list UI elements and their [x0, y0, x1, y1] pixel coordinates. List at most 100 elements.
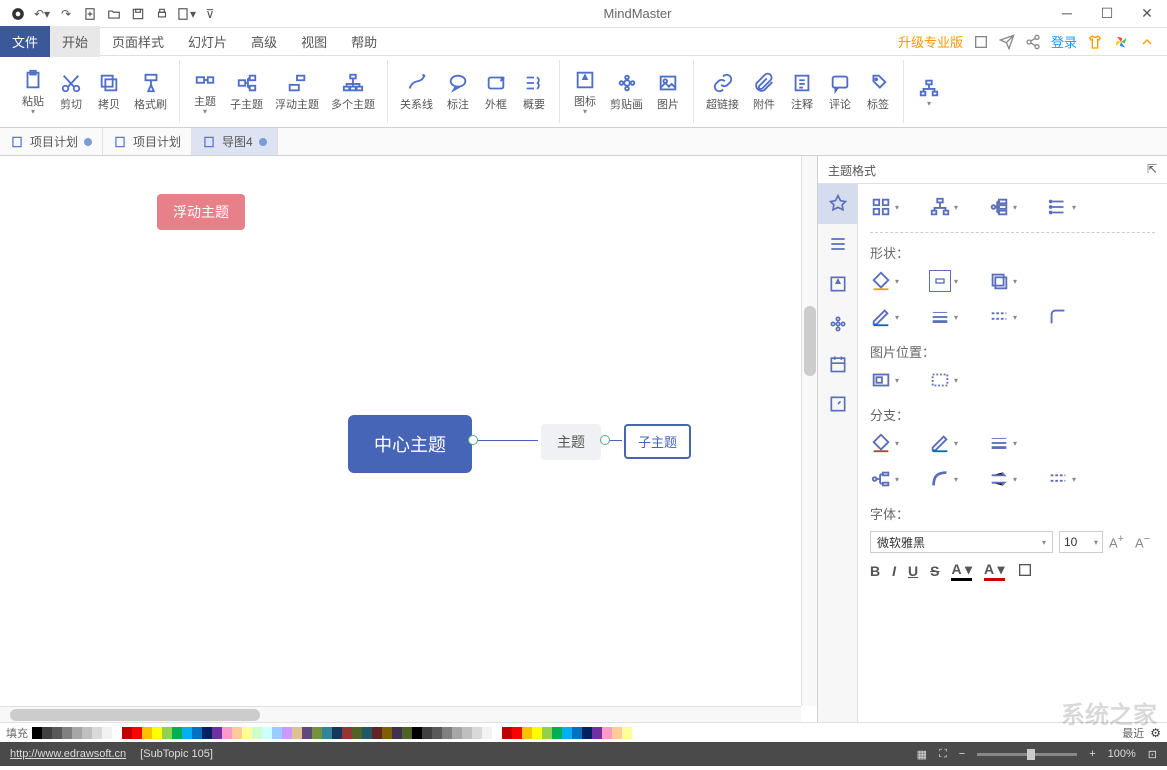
menu-page-style[interactable]: 页面样式 — [100, 26, 176, 57]
share-icon[interactable] — [1025, 34, 1041, 50]
note-button[interactable]: 注释 — [783, 60, 821, 123]
color-swatch[interactable] — [622, 727, 632, 739]
branch-line-color[interactable]: ▾ — [929, 432, 958, 454]
border-dash[interactable]: ▾ — [988, 306, 1017, 328]
layout-style-4[interactable]: ▾ — [1047, 196, 1076, 218]
branch-line-width[interactable]: ▾ — [988, 432, 1017, 454]
color-swatch[interactable] — [92, 727, 102, 739]
zoom-out[interactable]: − — [959, 748, 965, 760]
color-swatch[interactable] — [142, 727, 152, 739]
center-topic-node[interactable]: 中心主题 — [348, 415, 472, 473]
bold-button[interactable]: B — [870, 563, 880, 579]
cut-button[interactable]: 剪切 — [52, 60, 90, 123]
node-handle[interactable] — [468, 435, 478, 445]
menu-slide[interactable]: 幻灯片 — [176, 26, 239, 57]
image-position[interactable]: ▾ — [870, 369, 899, 391]
subtopic-node[interactable]: 子主题 — [624, 424, 691, 459]
menu-file[interactable]: 文件 — [0, 26, 50, 57]
color-swatch[interactable] — [72, 727, 82, 739]
color-swatch[interactable] — [252, 727, 262, 739]
app-icon[interactable] — [8, 4, 28, 24]
color-swatch[interactable] — [42, 727, 52, 739]
color-swatch[interactable] — [282, 727, 292, 739]
border-color[interactable]: ▾ — [870, 306, 899, 328]
font-family-select[interactable]: 微软雅黑▾ — [870, 531, 1053, 553]
color-swatch[interactable] — [462, 727, 472, 739]
scroll-thumb[interactable] — [10, 709, 260, 721]
color-swatch[interactable] — [412, 727, 422, 739]
color-swatch[interactable] — [232, 727, 242, 739]
menu-view[interactable]: 视图 — [289, 26, 339, 57]
branch-dash[interactable]: ▾ — [1047, 468, 1076, 490]
boundary-button[interactable]: 外框 — [477, 60, 515, 123]
layout-style-1[interactable]: ▾ — [870, 196, 899, 218]
zoom-fit-icon[interactable]: ⊡ — [1148, 748, 1157, 761]
color-swatch[interactable] — [472, 727, 482, 739]
image-button[interactable]: 图片 — [649, 60, 687, 123]
upgrade-link[interactable]: 升级专业版 — [898, 32, 963, 51]
zoom-in[interactable]: + — [1089, 748, 1095, 760]
color-swatch[interactable] — [52, 727, 62, 739]
node-handle[interactable] — [600, 435, 610, 445]
pin-icon[interactable]: ⇱ — [1147, 162, 1157, 177]
print-button[interactable] — [152, 4, 172, 24]
layout-button[interactable]: ▾ — [910, 60, 948, 123]
copy-button[interactable]: 拷贝 — [90, 60, 128, 123]
attachment-button[interactable]: 附件 — [745, 60, 783, 123]
topic-node[interactable]: 主题 — [541, 424, 601, 460]
new-button[interactable] — [80, 4, 100, 24]
color-swatch[interactable] — [432, 727, 442, 739]
shadow[interactable]: ▾ — [988, 270, 1017, 292]
border-width[interactable]: ▾ — [929, 306, 958, 328]
topic-button[interactable]: 主题▾ — [186, 60, 224, 123]
color-swatch[interactable] — [182, 727, 192, 739]
more-colors-icon[interactable]: ⚙ — [1150, 726, 1161, 740]
open-button[interactable] — [104, 4, 124, 24]
undo-button[interactable]: ↶▾ — [32, 4, 52, 24]
color-swatch[interactable] — [572, 727, 582, 739]
color-swatch[interactable] — [372, 727, 382, 739]
underline-button[interactable]: U — [908, 563, 918, 579]
pinwheel-icon[interactable] — [1113, 34, 1129, 50]
color-swatch[interactable] — [212, 727, 222, 739]
color-swatch[interactable] — [202, 727, 212, 739]
summary-button[interactable]: 概要 — [515, 60, 553, 123]
color-swatch[interactable] — [602, 727, 612, 739]
branch-arrow[interactable]: ▾ — [988, 468, 1017, 490]
color-swatch[interactable] — [382, 727, 392, 739]
color-swatch[interactable] — [452, 727, 462, 739]
color-swatch[interactable] — [512, 727, 522, 739]
color-swatch[interactable] — [402, 727, 412, 739]
color-swatch[interactable] — [522, 727, 532, 739]
increase-font[interactable]: A+ — [1109, 533, 1129, 550]
maximize-button[interactable]: ☐ — [1095, 5, 1119, 22]
highlight-button[interactable]: A ▾ — [984, 561, 1005, 581]
color-swatch[interactable] — [172, 727, 182, 739]
subtopic-button[interactable]: 子主题 — [224, 60, 269, 123]
color-swatch[interactable] — [532, 727, 542, 739]
vertical-scrollbar[interactable] — [801, 156, 817, 706]
color-swatch[interactable] — [612, 727, 622, 739]
decrease-font[interactable]: A− — [1135, 533, 1155, 550]
color-swatch[interactable] — [132, 727, 142, 739]
color-swatch[interactable] — [242, 727, 252, 739]
color-swatch[interactable] — [292, 727, 302, 739]
menu-advanced[interactable]: 高级 — [239, 26, 289, 57]
color-swatch[interactable] — [322, 727, 332, 739]
fullscreen-icon[interactable] — [973, 34, 989, 50]
paste-button[interactable]: 粘贴▾ — [14, 60, 52, 123]
color-swatch[interactable] — [442, 727, 452, 739]
image-size[interactable]: ▾ — [929, 369, 958, 391]
color-swatch[interactable] — [342, 727, 352, 739]
color-swatch[interactable] — [352, 727, 362, 739]
strike-button[interactable]: S — [930, 563, 939, 579]
color-swatch[interactable] — [102, 727, 112, 739]
export-button[interactable]: ▾ — [176, 4, 196, 24]
color-swatch[interactable] — [492, 727, 502, 739]
color-swatch[interactable] — [122, 727, 132, 739]
scroll-thumb[interactable] — [804, 306, 816, 376]
redo-button[interactable]: ↷ — [56, 4, 76, 24]
color-swatch[interactable] — [62, 727, 72, 739]
color-swatch[interactable] — [302, 727, 312, 739]
color-swatch[interactable] — [192, 727, 202, 739]
